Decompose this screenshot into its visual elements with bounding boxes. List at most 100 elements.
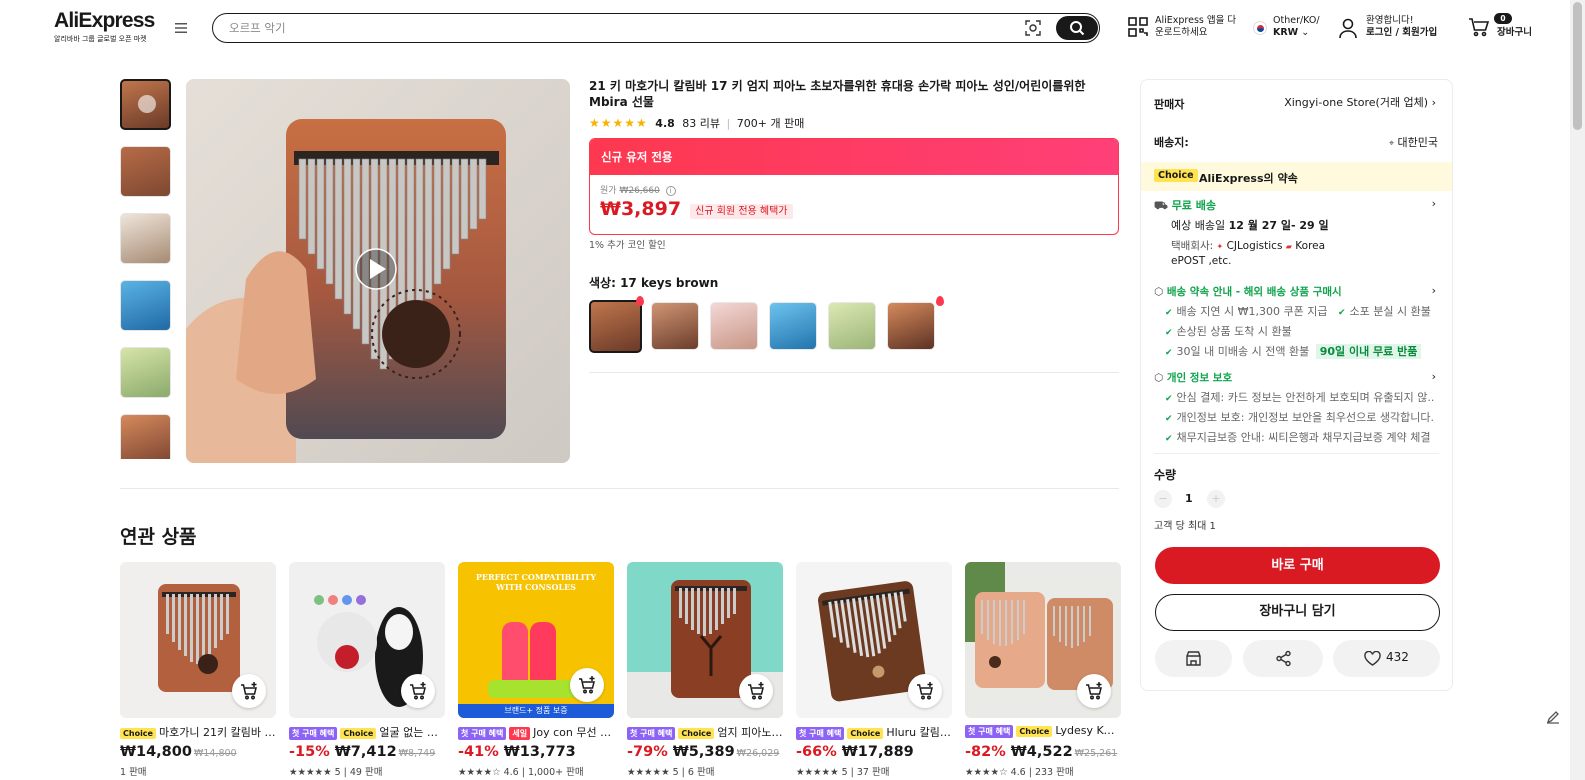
product-card-image[interactable]	[627, 562, 783, 718]
locale-language: Other/KO/	[1273, 15, 1320, 26]
product-card-name[interactable]: 첫 구매 혜택ChoiceLydesy Kalimba	[965, 724, 1121, 740]
chevron-right-icon[interactable]: ›	[1432, 284, 1436, 297]
brand-guarantee-banner: 브랜드+ 정품 보증	[458, 704, 614, 718]
seller-name: Xingyi-one Store(거래 업체)	[1284, 96, 1429, 109]
quantity-value[interactable]: 1	[1185, 492, 1193, 505]
image-search-icon[interactable]	[1024, 19, 1042, 37]
thumbnail-2[interactable]	[120, 146, 171, 197]
product-card-image[interactable]	[120, 562, 276, 718]
check-icon: ✔	[1165, 434, 1173, 444]
product-card[interactable]: 첫 구매 혜택Choice엄지 피아노 칼림바 -79% ₩5,389₩26,0…	[627, 562, 783, 778]
store-icon	[1186, 651, 1201, 666]
user-icon[interactable]	[1338, 17, 1358, 39]
product-card[interactable]: Choice마호가니 21키 칼림바 엄지 피아노 ₩14,800₩14,800…	[120, 562, 276, 778]
product-card-image[interactable]	[289, 562, 445, 718]
wishlist-button[interactable]: 432	[1333, 640, 1440, 677]
product-card[interactable]: 첫 구매 혜택ChoiceLydesy Kalimba -82% ₩4,522₩…	[965, 562, 1121, 778]
product-card[interactable]: PERFECT COMPATIBILITY WITH CONSOLES 브랜드+…	[458, 562, 614, 778]
discount-percent: -66%	[796, 744, 837, 760]
rating-value: 4.8	[655, 117, 675, 130]
product-image-caption: PERFECT COMPATIBILITY WITH CONSOLES	[475, 572, 597, 592]
privacy-row[interactable]: ⬡ 개인 정보 보호	[1154, 370, 1232, 385]
cart-icon[interactable]	[1468, 17, 1490, 37]
seller-link[interactable]: Xingyi-one Store(거래 업체) ›	[1284, 94, 1436, 110]
add-to-cart-icon[interactable]	[401, 674, 435, 708]
cart-label[interactable]: 장바구니	[1497, 27, 1532, 39]
variant-17-keys-brown[interactable]	[589, 300, 642, 353]
login-signup-link[interactable]: 로그인 / 회원가입	[1366, 27, 1437, 39]
add-to-cart-icon[interactable]	[739, 674, 773, 708]
locale-selector[interactable]: Other/KO/ KRW ⌄	[1273, 15, 1320, 39]
scrollbar-thumb[interactable]	[1573, 2, 1582, 130]
product-title: 21 키 마호가니 칼림바 17 키 엄지 피아노 초보자를위한 휴대용 손가락…	[589, 79, 1086, 109]
product-card-name[interactable]: 첫 구매 혜택Choice얼굴 없는 남자 저금통	[289, 724, 445, 740]
edit-feedback-icon[interactable]	[1545, 709, 1561, 725]
purchase-panel: 판매자 Xingyi-one Store(거래 업체) › 배송지: ⌖ 대한민…	[1140, 79, 1453, 691]
quantity-decrease-button[interactable]: −	[1154, 490, 1172, 508]
search-input[interactable]	[229, 19, 989, 37]
cart-plus-icon	[917, 682, 933, 700]
review-count[interactable]: 83 리뷰	[682, 117, 720, 130]
hamburger-menu-icon[interactable]	[174, 22, 188, 34]
app-download-link[interactable]: AliExpress 앱을 다 운로드하세요	[1155, 15, 1236, 39]
buy-now-button[interactable]: 바로 구매	[1155, 547, 1440, 584]
product-main-image[interactable]	[186, 79, 570, 463]
delivery-estimate: 예상 배송일 12 월 27 일- 29 일	[1171, 217, 1329, 233]
share-button[interactable]	[1243, 640, 1323, 677]
quantity-increase-button[interactable]: +	[1207, 490, 1225, 508]
discount-percent: -41%	[458, 744, 499, 760]
privacy-item-text: 개인정보 보호: 개인정보 보안을 최우선으로 생각합니다.	[1176, 411, 1434, 424]
first-purchase-badge: 첫 구매 혜택	[965, 724, 1014, 738]
privacy-item: ✔ 채무지급보증 안내: 씨티은행과 채무지급보증 계약 체결	[1165, 429, 1431, 445]
free-shipping-row[interactable]: ⛟ 무료 배송	[1154, 197, 1216, 214]
chevron-right-icon[interactable]: ›	[1432, 370, 1436, 383]
add-to-cart-button[interactable]: 장바구니 담기	[1155, 594, 1440, 631]
add-to-cart-icon[interactable]	[232, 674, 266, 708]
product-card-image[interactable]	[965, 562, 1121, 718]
price-value: ₩4,522	[1010, 744, 1073, 760]
thumbnail-5[interactable]	[120, 347, 171, 398]
chevron-right-icon[interactable]: ›	[1432, 197, 1436, 210]
thumbnail-6[interactable]	[120, 414, 171, 459]
product-card-name[interactable]: 첫 구매 혜택ChoiceHluru 칼림바 17키	[796, 724, 952, 740]
add-to-cart-icon[interactable]	[1077, 674, 1111, 708]
search-button[interactable]	[1056, 16, 1098, 40]
product-card-image[interactable]	[796, 562, 952, 718]
thumbnail-4[interactable]	[120, 280, 171, 331]
info-icon[interactable]: i	[665, 186, 676, 196]
product-card-meta: ★★★★★ 5 | 49 판매	[289, 767, 383, 778]
ship-to-selector[interactable]: ⌖ 대한민국	[1389, 134, 1438, 150]
variant-6[interactable]	[887, 302, 935, 350]
qr-code-icon[interactable]	[1127, 16, 1149, 38]
variant-2[interactable]	[651, 302, 699, 350]
locale-currency: KRW	[1273, 27, 1299, 38]
product-card-image[interactable]: PERFECT COMPATIBILITY WITH CONSOLES 브랜드+…	[458, 562, 614, 718]
product-card[interactable]: 첫 구매 혜택ChoiceHluru 칼림바 17키 -66% ₩17,889 …	[796, 562, 952, 778]
thumbnail-video[interactable]	[120, 79, 171, 130]
chevron-down-icon: ⌄	[1301, 27, 1310, 38]
search-bar	[212, 13, 1100, 43]
add-to-cart-icon[interactable]	[570, 668, 604, 702]
store-button[interactable]	[1155, 640, 1232, 677]
product-card-name[interactable]: 첫 구매 혜택Choice엄지 피아노 칼림바	[627, 724, 783, 740]
variant-3[interactable]	[710, 302, 758, 350]
related-products-title: 연관 상품	[120, 526, 197, 548]
product-card-meta: ★★★★☆ 4.6 | 233 판매	[965, 767, 1074, 778]
carrier-epost: ePOST ,etc.	[1171, 255, 1232, 267]
check-icon: ✔	[1165, 414, 1173, 424]
add-to-cart-icon[interactable]	[908, 674, 942, 708]
delivery-promise-row[interactable]: ⬡ 배송 약속 안내 - 해외 배송 상품 구매시	[1154, 284, 1342, 299]
variant-5[interactable]	[828, 302, 876, 350]
free-return-tag: 90일 이내 무료 반품	[1315, 344, 1422, 359]
variant-4[interactable]	[769, 302, 817, 350]
product-card[interactable]: 첫 구매 혜택Choice얼굴 없는 남자 저금통 -15% ₩7,412₩8,…	[289, 562, 445, 778]
carrier-korea: Korea	[1295, 240, 1326, 252]
thumbnail-3[interactable]	[120, 213, 171, 264]
sale-badge: 세일	[509, 726, 531, 740]
aliexpress-logo[interactable]: AliExpress 알리바바 그룹 글로벌 오픈 마켓	[54, 10, 155, 44]
star-rating: ★★★★★	[589, 116, 648, 130]
carrier-label: 택배회사:	[1171, 240, 1214, 252]
account-menu[interactable]: 환영합니다! 로그인 / 회원가입	[1366, 15, 1437, 39]
product-card-name[interactable]: 첫 구매 혜택세일Joy con 무선 컨트롤러	[458, 724, 614, 740]
product-card-name[interactable]: Choice마호가니 21키 칼림바 엄지 피아노	[120, 724, 276, 740]
